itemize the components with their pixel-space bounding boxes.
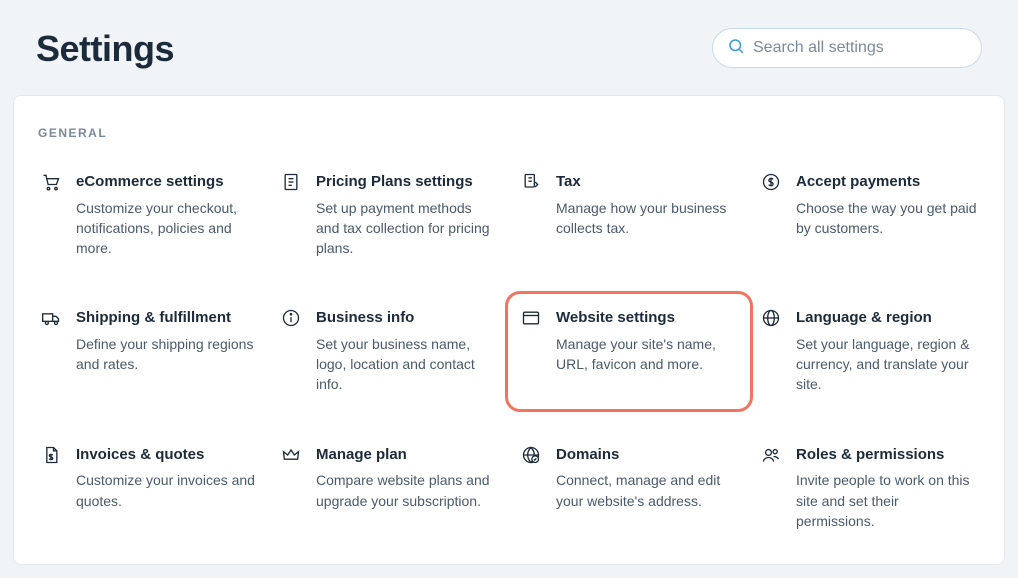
settings-card-tax[interactable]: Tax Manage how your business collects tax…: [518, 168, 740, 262]
people-icon: [760, 445, 782, 467]
card-title: Website settings: [556, 308, 738, 328]
card-description: Manage how your business collects tax.: [556, 198, 738, 239]
card-text: eCommerce settings Customize your checkou…: [76, 172, 258, 258]
invoice-icon: [40, 445, 62, 467]
card-text: Pricing Plans settings Set up payment met…: [316, 172, 498, 258]
card-text: Language & region Set your language, regi…: [796, 308, 978, 394]
card-text: Roles & permissions Invite people to work…: [796, 445, 978, 531]
card-description: Manage your site's name, URL, favicon an…: [556, 334, 738, 375]
info-icon: [280, 308, 302, 330]
card-description: Customize your invoices and quotes.: [76, 470, 258, 511]
card-text: Invoices & quotes Customize your invoices…: [76, 445, 258, 511]
card-description: Invite people to work on this site and s…: [796, 470, 978, 531]
section-label-general: GENERAL: [38, 126, 980, 140]
settings-card-shipping[interactable]: Shipping & fulfillment Define your shippi…: [38, 304, 260, 398]
globe-icon: [760, 308, 782, 330]
settings-card-plan[interactable]: Manage plan Compare website plans and upg…: [278, 441, 500, 535]
card-title: Business info: [316, 308, 498, 328]
cart-icon: [40, 172, 62, 194]
card-title: Language & region: [796, 308, 978, 328]
card-text: Website settings Manage your site's name,…: [556, 308, 738, 374]
card-title: Domains: [556, 445, 738, 465]
page-header: Settings: [0, 0, 1018, 86]
card-description: Define your shipping regions and rates.: [76, 334, 258, 375]
card-description: Compare website plans and upgrade your s…: [316, 470, 498, 511]
doc-icon: [280, 172, 302, 194]
card-title: Roles & permissions: [796, 445, 978, 465]
settings-card-roles[interactable]: Roles & permissions Invite people to work…: [758, 441, 980, 535]
settings-card-business[interactable]: Business info Set your business name, log…: [278, 304, 500, 398]
browser-icon: [520, 308, 542, 330]
settings-grid: eCommerce settings Customize your checkou…: [38, 168, 980, 535]
card-title: Shipping & fulfillment: [76, 308, 258, 328]
tax-icon: [520, 172, 542, 194]
settings-card-payments[interactable]: Accept payments Choose the way you get pa…: [758, 168, 980, 262]
card-text: Manage plan Compare website plans and upg…: [316, 445, 498, 511]
card-description: Choose the way you get paid by customers…: [796, 198, 978, 239]
card-description: Set your business name, logo, location a…: [316, 334, 498, 395]
settings-page: Settings GENERAL eCommerce settings Custo…: [0, 0, 1018, 578]
card-title: Manage plan: [316, 445, 498, 465]
card-title: Tax: [556, 172, 738, 192]
settings-card-language[interactable]: Language & region Set your language, regi…: [758, 304, 980, 398]
card-description: Connect, manage and edit your website's …: [556, 470, 738, 511]
card-description: Set up payment methods and tax collectio…: [316, 198, 498, 259]
card-description: Set your language, region & currency, an…: [796, 334, 978, 395]
card-text: Domains Connect, manage and edit your web…: [556, 445, 738, 511]
card-title: Pricing Plans settings: [316, 172, 498, 192]
card-text: Shipping & fulfillment Define your shippi…: [76, 308, 258, 374]
search-field[interactable]: [712, 28, 982, 68]
card-text: Tax Manage how your business collects tax…: [556, 172, 738, 238]
search-icon: [727, 37, 745, 60]
search-input[interactable]: [753, 39, 967, 57]
truck-icon: [40, 308, 62, 330]
card-title: Invoices & quotes: [76, 445, 258, 465]
domain-icon: [520, 445, 542, 467]
settings-card-domains[interactable]: Domains Connect, manage and edit your web…: [518, 441, 740, 535]
settings-card-invoices[interactable]: Invoices & quotes Customize your invoices…: [38, 441, 260, 535]
card-description: Customize your checkout, notifications, …: [76, 198, 258, 259]
crown-icon: [280, 445, 302, 467]
card-text: Business info Set your business name, log…: [316, 308, 498, 394]
settings-card-website[interactable]: Website settings Manage your site's name,…: [518, 304, 740, 398]
card-text: Accept payments Choose the way you get pa…: [796, 172, 978, 238]
dollar-icon: [760, 172, 782, 194]
settings-card-ecommerce[interactable]: eCommerce settings Customize your checkou…: [38, 168, 260, 262]
settings-card-pricing-plans[interactable]: Pricing Plans settings Set up payment met…: [278, 168, 500, 262]
settings-panel: GENERAL eCommerce settings Customize your…: [13, 95, 1005, 565]
card-title: Accept payments: [796, 172, 978, 192]
card-title: eCommerce settings: [76, 172, 258, 192]
page-title: Settings: [36, 28, 174, 70]
